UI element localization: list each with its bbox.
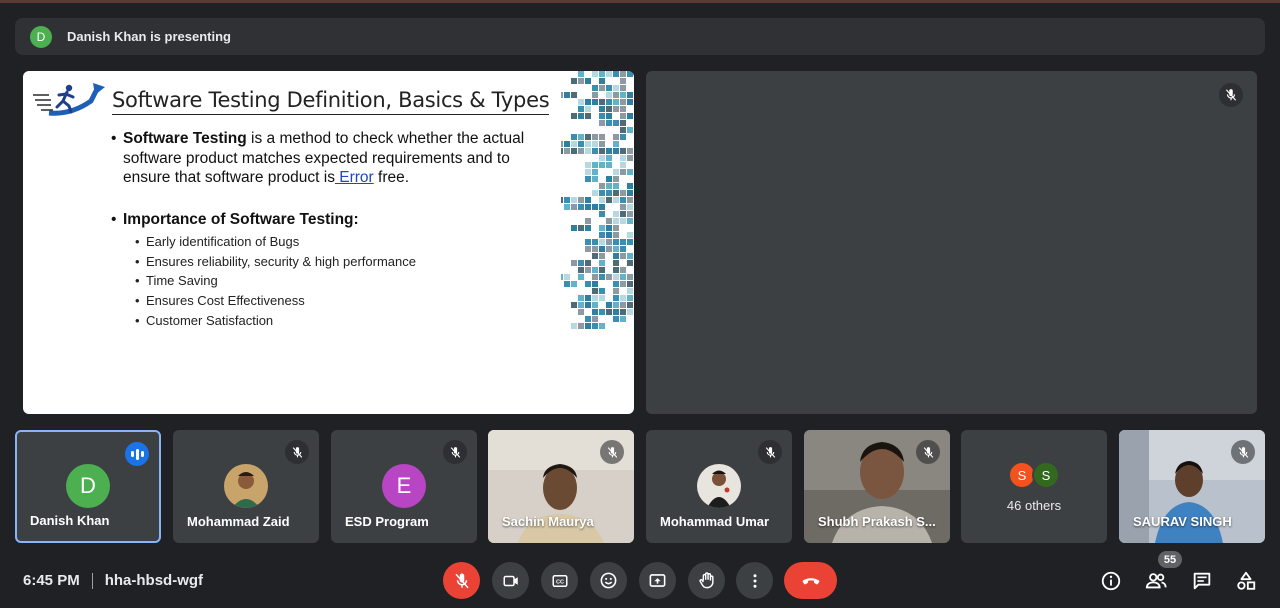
participant-tile[interactable]: Mohammad Zaid (173, 430, 319, 543)
avatar: E (382, 464, 426, 508)
people-button[interactable] (1143, 568, 1169, 594)
presenter-video-tile[interactable] (646, 71, 1257, 414)
participant-name: Sachin Maurya (502, 514, 594, 529)
presenter-avatar: D (30, 25, 52, 48)
list-item: Ensures Cost Effectiveness (135, 291, 561, 311)
participant-name: Mohammad Umar (660, 514, 770, 529)
participant-name: Shubh Prakash S... (818, 514, 936, 529)
more-icon (753, 573, 756, 588)
avatar (224, 464, 268, 508)
meeting-code: hha-hbsd-wgf (104, 572, 204, 589)
emoji-icon (600, 572, 617, 589)
others-tile[interactable]: S S 46 others (961, 430, 1107, 543)
others-avatars: S S (1008, 461, 1060, 489)
participant-name: SAURAV SINGH (1133, 514, 1232, 529)
presenting-text: Danish Khan is presenting (67, 29, 231, 44)
definition-text-end: free. (373, 169, 410, 186)
mic-off-icon (1219, 83, 1243, 107)
importance-list: Early identification of Bugs Ensures rel… (111, 232, 561, 331)
chat-button[interactable] (1189, 568, 1215, 594)
mic-off-icon (454, 573, 469, 588)
participant-name: Mohammad Zaid (187, 514, 290, 529)
avatar: S (1032, 461, 1060, 489)
meeting-details: 6:45 PM hha-hbsd-wgf (23, 572, 203, 589)
info-icon (1101, 571, 1121, 591)
people-icon (1145, 573, 1167, 589)
participant-tile[interactable]: SAURAV SINGH (1119, 430, 1265, 543)
captions-button[interactable]: CC (541, 562, 578, 599)
definition-bullet: Software Testing is a method to check wh… (111, 129, 561, 188)
list-item: Early identification of Bugs (135, 232, 561, 252)
more-options-button[interactable] (736, 562, 773, 599)
mic-off-icon (600, 440, 624, 464)
shared-screen: Software Testing Definition, Basics & Ty… (23, 71, 634, 414)
list-item: Customer Satisfaction (135, 311, 561, 331)
chat-icon (1193, 572, 1211, 590)
mic-toggle-button[interactable] (443, 562, 480, 599)
divider (91, 572, 93, 589)
list-item: Ensures reliability, security & high per… (135, 252, 561, 272)
end-call-icon (802, 577, 819, 584)
participant-name: Danish Khan (30, 513, 110, 528)
activities-button[interactable] (1233, 568, 1259, 594)
definition-term: Software Testing (123, 130, 247, 147)
present-now-button[interactable] (639, 562, 676, 599)
avatar: D (66, 464, 110, 508)
top-edge (0, 0, 1280, 3)
participant-tile[interactable]: D Danish Khan (15, 430, 161, 543)
slide-body: Software Testing is a method to check wh… (111, 129, 561, 331)
present-icon (649, 574, 666, 587)
decorative-pixel-pattern (561, 71, 633, 329)
mic-off-icon (285, 440, 309, 464)
raise-hand-icon (699, 572, 714, 589)
mic-off-icon (758, 440, 782, 464)
error-link: Error (334, 169, 374, 186)
mic-off-icon (916, 440, 940, 464)
speaking-indicator-icon (125, 442, 149, 466)
list-item: Time Saving (135, 271, 561, 291)
presenting-banner: D Danish Khan is presenting (15, 18, 1265, 55)
participant-tile[interactable]: Sachin Maurya (488, 430, 634, 543)
meeting-info-button[interactable] (1098, 568, 1124, 594)
participant-tile[interactable]: E ESD Program (331, 430, 477, 543)
mic-off-icon (1231, 440, 1255, 464)
participant-tile[interactable]: Mohammad Umar (646, 430, 792, 543)
reactions-button[interactable] (590, 562, 627, 599)
running-man-logo-icon (33, 83, 105, 116)
mic-off-icon (443, 440, 467, 464)
camera-toggle-button[interactable] (492, 562, 529, 599)
camera-icon (503, 575, 518, 586)
slide-title: Software Testing Definition, Basics & Ty… (112, 88, 550, 115)
avatar (697, 464, 741, 508)
activities-icon (1237, 571, 1256, 590)
raise-hand-button[interactable] (688, 562, 725, 599)
others-count: 46 others (1006, 498, 1062, 513)
importance-heading: Importance of Software Testing: (111, 210, 561, 230)
current-time: 6:45 PM (23, 572, 80, 589)
leave-call-button[interactable] (784, 562, 837, 599)
captions-icon: CC (552, 574, 567, 587)
svg-text:CC: CC (555, 579, 563, 585)
participant-count-badge: 55 (1158, 551, 1182, 568)
participant-name: ESD Program (345, 514, 429, 529)
participant-tile[interactable]: Shubh Prakash S... (804, 430, 950, 543)
